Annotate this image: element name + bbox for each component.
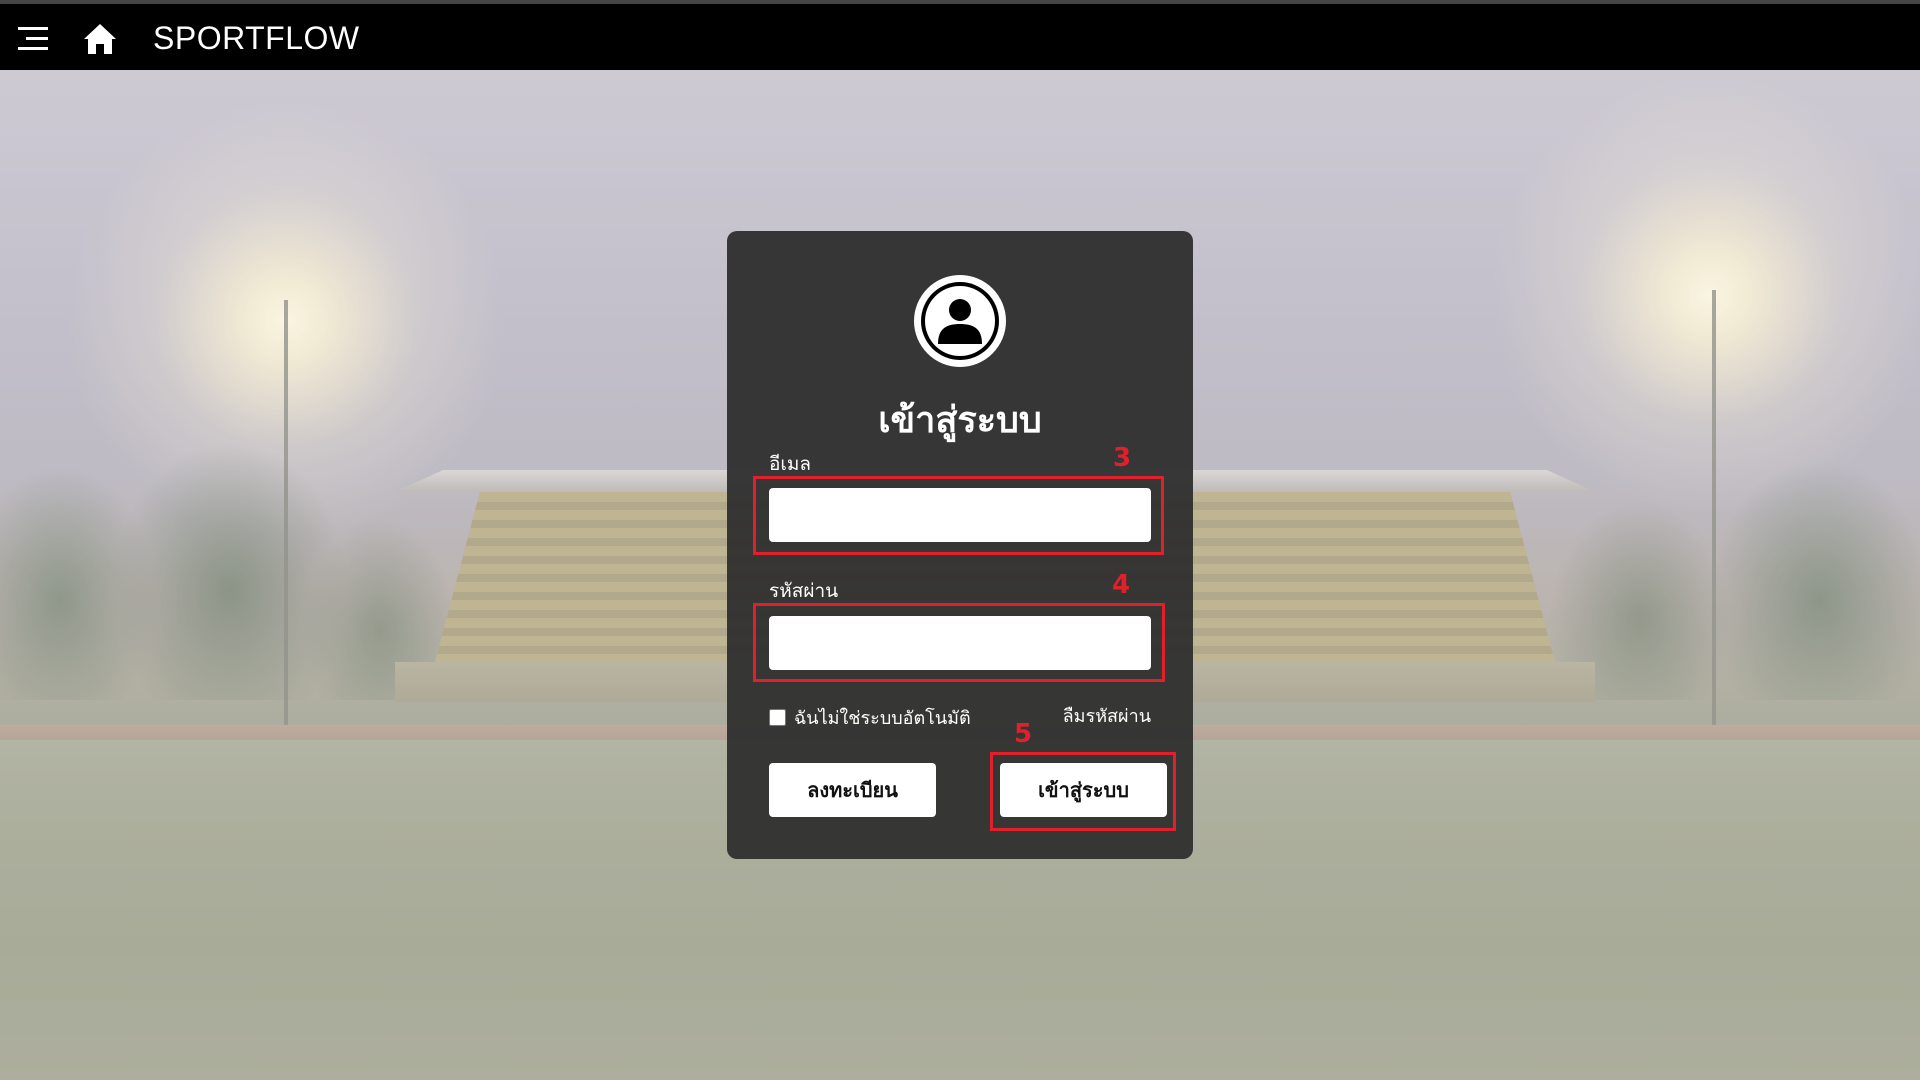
hamburger-menu-icon[interactable] — [18, 27, 48, 53]
captcha-label: ฉันไม่ใช่ระบบอัตโนมัติ — [794, 708, 971, 729]
user-circle-icon — [914, 275, 1006, 367]
top-navbar: SPORTFLOW — [0, 0, 1920, 70]
annotation-number-email: 3 — [1113, 443, 1132, 473]
captcha-row: ฉันไม่ใช่ระบบอัตโนมัติ — [769, 703, 971, 732]
forgot-password-link[interactable]: ลืมรหัสผ่าน — [1063, 701, 1151, 730]
annotation-number-login-button: 5 — [1014, 719, 1033, 749]
login-title: เข้าสู่ระบบ — [878, 400, 1042, 441]
home-icon[interactable] — [82, 21, 118, 57]
annotation-box-login-button — [990, 752, 1176, 831]
brand-title[interactable]: SPORTFLOW — [153, 20, 360, 57]
annotation-box-password — [753, 603, 1165, 682]
password-label: รหัสผ่าน — [769, 580, 839, 602]
email-label: อีเมล — [769, 453, 812, 475]
captcha-checkbox[interactable] — [769, 709, 786, 726]
register-button[interactable]: ลงทะเบียน — [769, 763, 936, 817]
annotation-box-email — [753, 476, 1164, 555]
annotation-number-password: 4 — [1112, 570, 1131, 600]
